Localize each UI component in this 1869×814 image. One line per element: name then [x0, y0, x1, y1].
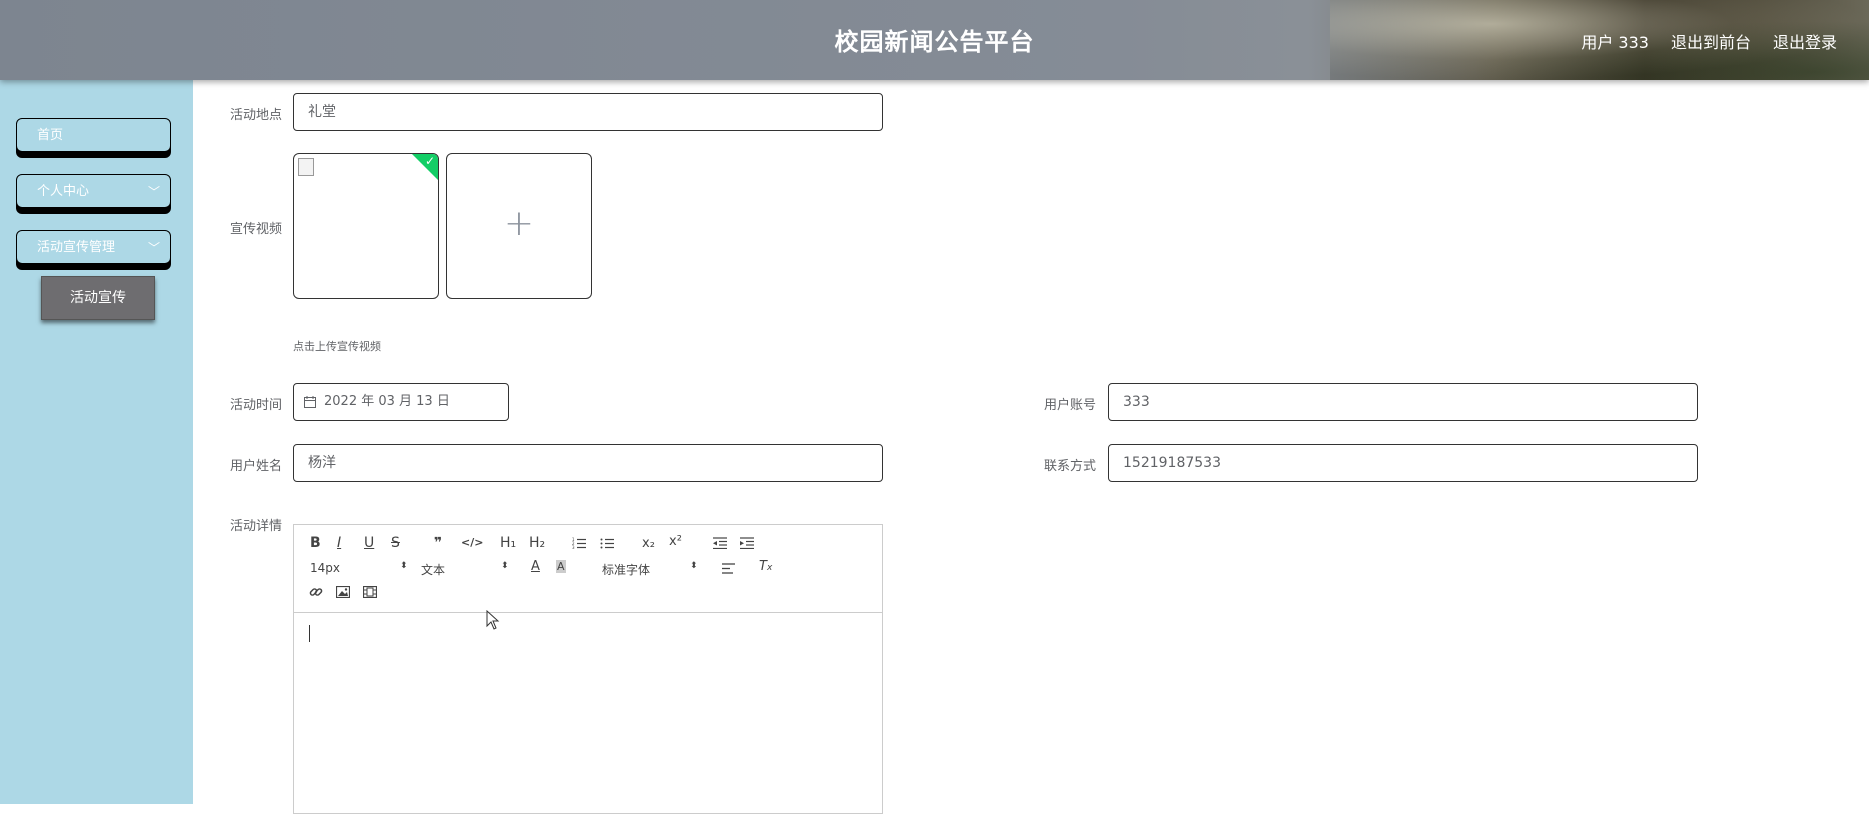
font-family-select[interactable]: 标准字体 ⬍: [602, 561, 698, 578]
paragraph-select[interactable]: 文本 ⬍: [421, 561, 509, 578]
ordered-list-icon[interactable]: 123: [572, 537, 586, 549]
underline-button[interactable]: U: [364, 535, 374, 551]
paragraph-value: 文本: [421, 563, 446, 577]
contact-label: 联系方式: [1043, 459, 1096, 474]
link-icon[interactable]: [309, 585, 323, 599]
details-label: 活动详情: [229, 519, 282, 534]
broken-image-icon: [298, 158, 314, 176]
uploaded-video-thumbnail[interactable]: ✓: [293, 153, 439, 299]
check-icon: ✓: [424, 154, 435, 168]
top-header: 校园新闻公告平台 用户 333 退出到前台 退出登录: [0, 0, 1869, 80]
sidebar-item-home[interactable]: 首页: [16, 118, 171, 152]
select-arrows-icon: ⬍: [400, 561, 408, 571]
date-value: 2022 年 03 月 13 日: [324, 394, 450, 409]
plus-icon: +: [503, 203, 535, 244]
account-label: 用户账号: [1043, 398, 1096, 413]
sidebar-item-label: 个人中心: [37, 184, 90, 199]
time-label: 活动时间: [229, 398, 282, 413]
strike-button[interactable]: S: [391, 535, 400, 551]
rich-text-editor: B I U S ❞ </> H₁ H₂ 123 x₂ x² 14px ⬍ 文本 …: [293, 524, 883, 814]
code-block-button[interactable]: </>: [461, 536, 483, 549]
indent-icon[interactable]: [740, 537, 754, 549]
account-input[interactable]: 333: [1108, 383, 1698, 421]
mouse-pointer-icon: [486, 610, 500, 630]
superscript-button[interactable]: x²: [669, 534, 682, 549]
subscript-button[interactable]: x₂: [642, 536, 655, 551]
header2-button[interactable]: H₂: [529, 535, 545, 551]
location-input[interactable]: 礼堂: [293, 93, 883, 131]
back-to-frontend-link[interactable]: 退出到前台: [1671, 29, 1751, 53]
font-size-select[interactable]: 14px ⬍: [310, 561, 408, 575]
video-icon[interactable]: [363, 586, 377, 598]
background-color-button[interactable]: A: [556, 560, 566, 573]
upload-video-button[interactable]: +: [446, 153, 592, 299]
image-icon[interactable]: [336, 586, 350, 598]
font-size-value: 14px: [310, 561, 340, 575]
sidebar-item-activity-management[interactable]: 活动宣传管理 ﹀: [16, 230, 171, 264]
bullet-list-icon[interactable]: [600, 537, 614, 549]
font-color-button[interactable]: A: [531, 559, 540, 574]
bold-button[interactable]: B: [310, 535, 321, 551]
editor-toolbar: B I U S ❞ </> H₁ H₂ 123 x₂ x² 14px ⬍ 文本 …: [294, 525, 882, 613]
blockquote-button[interactable]: ❞: [434, 535, 442, 551]
sidebar-item-personal-center[interactable]: 个人中心 ﹀: [16, 174, 171, 208]
select-arrows-icon: ⬍: [690, 561, 698, 571]
editor-content-area[interactable]: [309, 625, 310, 642]
sidebar: 首页 个人中心 ﹀ 活动宣传管理 ﹀: [0, 80, 193, 804]
header-nav: 用户 333 退出到前台 退出登录: [1581, 29, 1837, 53]
logout-link[interactable]: 退出登录: [1773, 29, 1837, 53]
sidebar-subitem-activity-promotion[interactable]: 活动宣传: [41, 276, 155, 320]
italic-button[interactable]: I: [337, 535, 341, 551]
select-arrows-icon: ⬍: [501, 561, 509, 571]
name-input[interactable]: 杨洋: [293, 444, 883, 482]
calendar-icon: [304, 396, 316, 408]
location-label: 活动地点: [229, 108, 282, 123]
sidebar-item-label: 活动宣传管理: [37, 240, 116, 255]
align-left-icon[interactable]: [722, 563, 735, 574]
chevron-down-icon: ﹀: [147, 185, 160, 199]
clear-format-icon[interactable]: Tx: [759, 559, 772, 574]
user-label[interactable]: 用户 333: [1581, 29, 1649, 53]
outdent-icon[interactable]: [713, 537, 727, 549]
svg-text:3: 3: [572, 545, 575, 549]
header1-button[interactable]: H₁: [500, 535, 516, 551]
font-family-value: 标准字体: [602, 563, 651, 577]
chevron-down-icon: ﹀: [147, 241, 160, 255]
sidebar-item-label: 首页: [37, 128, 64, 143]
name-label: 用户姓名: [229, 459, 282, 474]
upload-tip: 点击上传宣传视频: [293, 340, 381, 353]
date-picker[interactable]: 2022 年 03 月 13 日: [293, 383, 509, 421]
contact-input[interactable]: 15219187533: [1108, 444, 1698, 482]
video-label: 宣传视频: [229, 222, 282, 237]
